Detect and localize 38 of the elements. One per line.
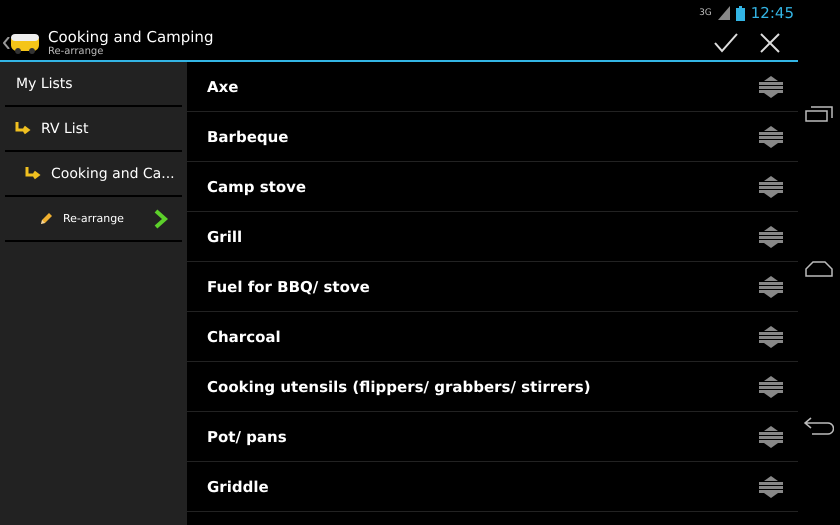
sidebar-item[interactable]: Re-arrange xyxy=(63,212,144,225)
list-item[interactable]: Pot/ pans xyxy=(207,428,287,446)
drag-handle-icon[interactable] xyxy=(758,374,784,398)
window-title: Cooking and Camping xyxy=(48,28,214,46)
list-item[interactable]: Grill xyxy=(207,228,242,246)
sidebar-item[interactable]: My Lists xyxy=(16,76,73,92)
list-item[interactable]: Fuel for BBQ/ stove xyxy=(207,278,370,296)
drag-handle-icon[interactable] xyxy=(758,224,784,248)
list-item[interactable]: Cooking utensils (flippers/ grabbers/ stirrers) xyxy=(207,378,591,396)
window-subtitle: Re-arrange xyxy=(48,46,104,58)
bent-arrow-icon xyxy=(15,122,31,136)
bent-arrow-icon xyxy=(25,166,41,180)
camper-van-icon xyxy=(10,31,40,55)
signal-icon xyxy=(718,6,730,20)
recent-apps-icon[interactable] xyxy=(805,106,833,122)
drag-handle-icon[interactable] xyxy=(758,74,784,98)
list-item[interactable]: Axe xyxy=(207,78,238,96)
list-item[interactable]: Griddle xyxy=(207,478,269,496)
back-icon[interactable] xyxy=(804,417,834,436)
drag-handle-icon[interactable] xyxy=(758,324,784,348)
list-item[interactable]: Charcoal xyxy=(207,328,281,346)
list-item[interactable]: Camp stove xyxy=(207,178,306,196)
back-chevron-icon[interactable] xyxy=(3,37,10,49)
clock: 12:45 xyxy=(750,4,794,22)
drag-handle-icon[interactable] xyxy=(758,474,784,498)
home-icon[interactable] xyxy=(805,261,833,278)
network-type: 3G xyxy=(699,8,712,18)
sidebar-item[interactable]: RV List xyxy=(41,120,88,136)
drag-handle-icon[interactable] xyxy=(758,274,784,298)
sidebar-item[interactable]: Cooking and Ca... xyxy=(51,166,175,182)
drag-handle-icon[interactable] xyxy=(758,124,784,148)
drag-handle-icon[interactable] xyxy=(758,424,784,448)
pencil-icon xyxy=(39,212,53,226)
battery-icon xyxy=(736,6,745,20)
drag-handle-icon[interactable] xyxy=(758,174,784,198)
check-icon xyxy=(714,33,738,53)
close-icon xyxy=(760,33,780,53)
list-item[interactable]: Barbeque xyxy=(207,128,288,146)
